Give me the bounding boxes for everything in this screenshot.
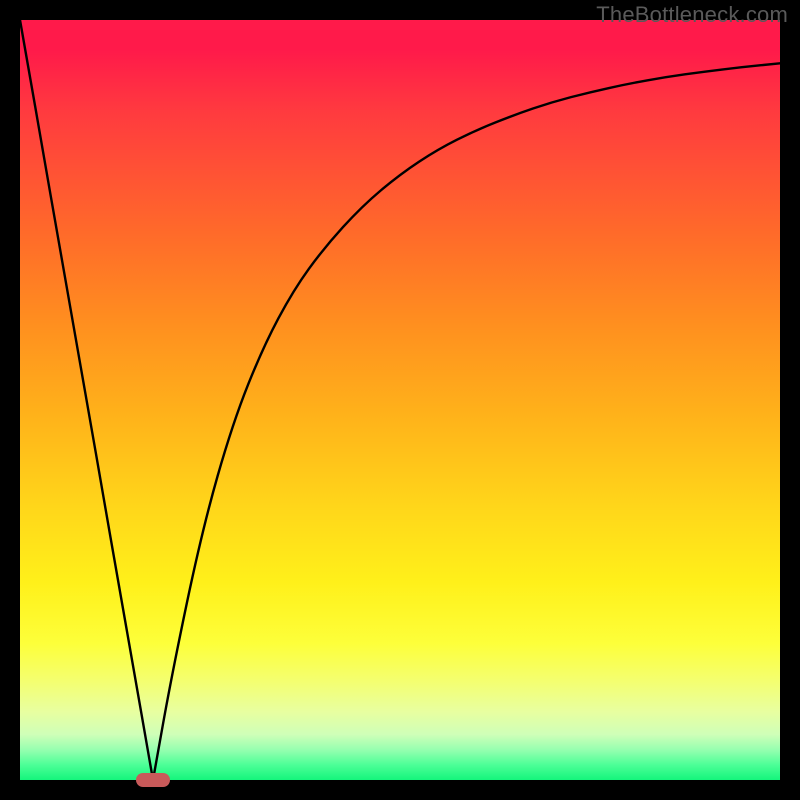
bottleneck-marker [136,773,170,787]
watermark-text: TheBottleneck.com [596,2,788,28]
bottleneck-curve [20,20,780,780]
chart-frame: TheBottleneck.com [0,0,800,800]
curve-right-branch [153,63,780,780]
curve-left-branch [20,20,153,780]
